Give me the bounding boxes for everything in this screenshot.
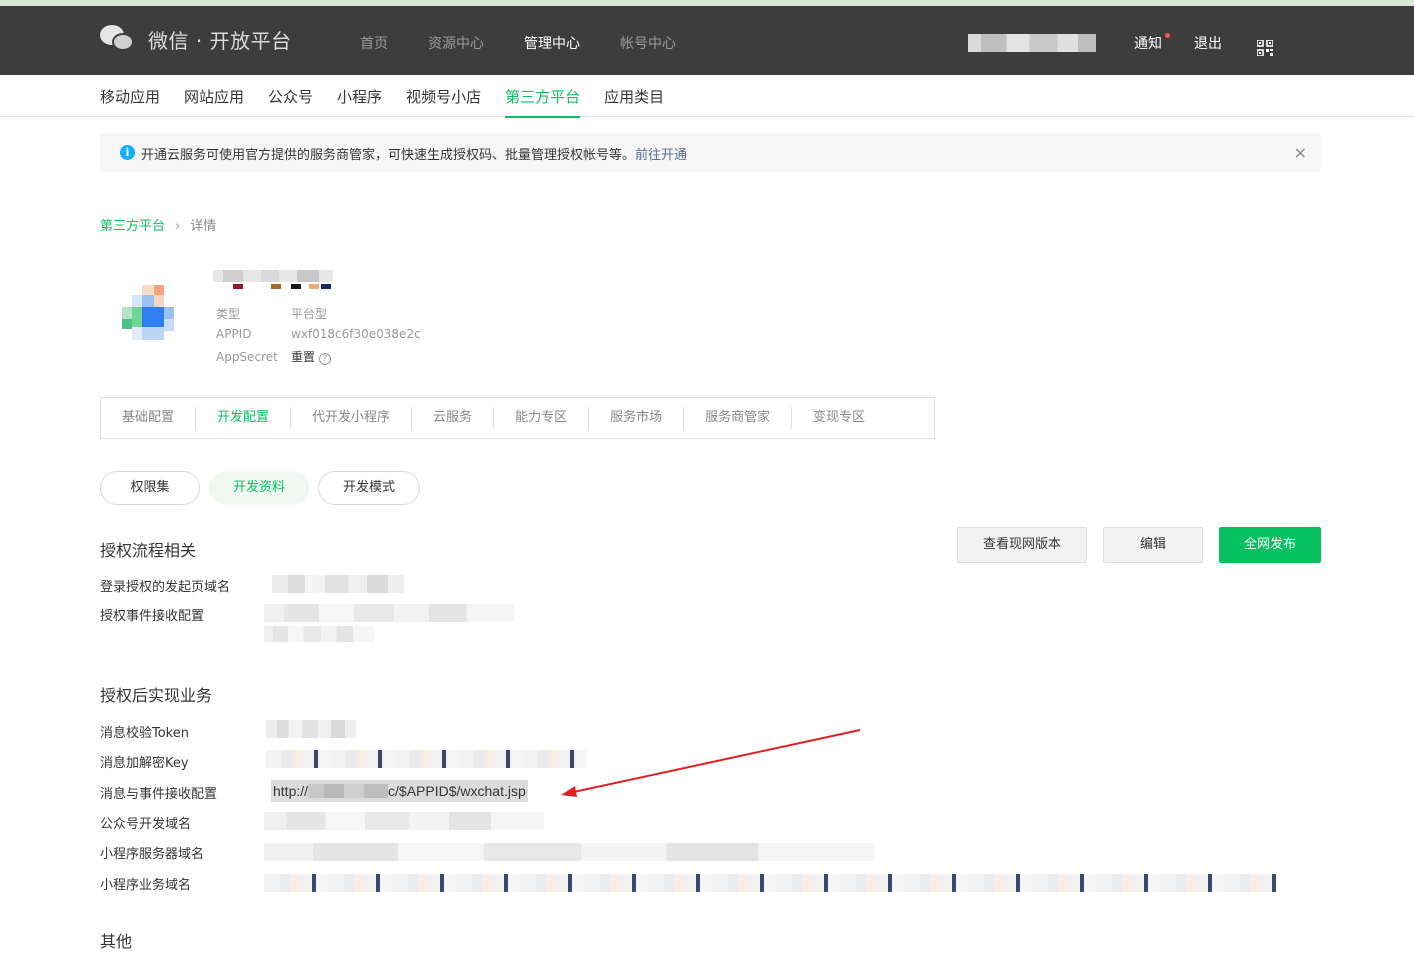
label-message-token: 消息校验Token — [100, 726, 189, 741]
view-version-button[interactable]: 查看现网版本 — [957, 527, 1087, 563]
banner-link[interactable]: 前往开通 — [635, 148, 687, 163]
help-icon[interactable]: ? — [319, 353, 332, 365]
app-name-blurred — [213, 270, 333, 289]
appsecret-label: AppSecret — [216, 350, 278, 364]
label-auth-event-config: 授权事件接收配置 — [100, 609, 205, 624]
notice-label: 通知 — [1134, 36, 1162, 52]
section-other-title: 其他 — [100, 932, 133, 951]
top-header: 微信 · 开放平台 首页 资源中心 管理中心 帐号中心 通知 退出 — [0, 6, 1414, 75]
url-mask-blurred — [308, 784, 389, 798]
subnav-website-app[interactable]: 网站应用 — [184, 86, 244, 118]
subnav-app-category[interactable]: 应用类目 — [604, 86, 664, 118]
tab-monetization[interactable]: 变现专区 — [792, 407, 886, 429]
info-icon: i — [120, 145, 135, 160]
tab-service-market[interactable]: 服务市场 — [589, 407, 685, 429]
nav-management[interactable]: 管理中心 — [524, 33, 580, 53]
subnav-channels-shop[interactable]: 视频号小店 — [406, 86, 481, 118]
tab-dev-config[interactable]: 开发配置 — [196, 407, 292, 429]
breadcrumb-root[interactable]: 第三方平台 — [100, 219, 165, 234]
breadcrumb: 第三方平台 › 详情 — [100, 215, 216, 234]
section-post-auth-title: 授权后实现业务 — [100, 686, 213, 705]
label-oa-dev-domain: 公众号开发域名 — [100, 817, 192, 832]
appid-value: wxf018c6f30e038e2c — [291, 327, 421, 341]
pill-dev-mode[interactable]: 开发模式 — [318, 471, 420, 505]
wechat-icon — [100, 24, 136, 54]
label-login-auth-domain: 登录授权的发起页域名 — [100, 580, 231, 595]
app-type-row: 类型 平台型 — [216, 305, 327, 322]
value-mp-business-domain-blurred — [264, 874, 1276, 892]
config-tabs: 基础配置 开发配置 代开发小程序 云服务 能力专区 服务市场 服务商管家 变现专… — [100, 397, 935, 439]
label-message-key: 消息加解密Key — [100, 756, 189, 771]
value-mp-server-domain-blurred — [264, 843, 874, 861]
notice-dot — [1165, 33, 1170, 38]
banner-text: 开通云服务可使用官方提供的服务商管家，可快速生成授权码、批量管理授权帐号等。 — [141, 148, 636, 163]
user-name-blurred[interactable] — [968, 34, 1096, 52]
header-actions: 通知 退出 — [1134, 33, 1222, 53]
value-message-token-blurred — [266, 720, 356, 738]
category-nav: 移动应用 网站应用 公众号 小程序 视频号小店 第三方平台 应用类目 — [0, 75, 1414, 118]
appsecret-row: AppSecret 重置? — [216, 348, 332, 365]
value-login-auth-domain-blurred — [272, 575, 404, 593]
notice-link[interactable]: 通知 — [1134, 33, 1170, 53]
breadcrumb-current: 详情 — [190, 219, 217, 234]
tab-capabilities[interactable]: 能力专区 — [494, 407, 590, 429]
logout-link[interactable]: 退出 — [1194, 33, 1222, 53]
top-nav: 首页 资源中心 管理中心 帐号中心 — [360, 33, 716, 53]
app-type-label: 类型 — [216, 307, 241, 321]
appsecret-reset-link[interactable]: 重置 — [291, 350, 315, 364]
appid-label: APPID — [216, 327, 252, 341]
info-banner: i 开通云服务可使用官方提供的服务商管家，可快速生成授权码、批量管理授权帐号等。… — [100, 133, 1321, 172]
value-message-key-blurred — [266, 750, 586, 768]
tab-service-manager[interactable]: 服务商管家 — [684, 407, 793, 429]
message-event-url[interactable]: http:// c/$APPID$/wxchat.jsp — [271, 780, 528, 802]
publish-button[interactable]: 全网发布 — [1219, 527, 1321, 563]
app-logo-blurred — [122, 285, 174, 340]
subnav-mini-program[interactable]: 小程序 — [337, 86, 382, 118]
annotation-arrow — [561, 729, 861, 797]
tab-basic-config[interactable]: 基础配置 — [101, 407, 197, 429]
tab-mini-program-dev[interactable]: 代开发小程序 — [291, 407, 413, 429]
section-auth-flow-title: 授权流程相关 — [100, 541, 197, 560]
edit-button[interactable]: 编辑 — [1103, 527, 1203, 563]
url-suffix: c/$APPID$/wxchat.jsp — [388, 783, 526, 799]
app-type-value: 平台型 — [291, 307, 328, 321]
value-auth-event-config-blurred — [264, 604, 514, 622]
appid-row: APPID wxf018c6f30e038e2c — [216, 327, 421, 341]
value-auth-event-config-blurred-2 — [264, 626, 374, 642]
qrcode-icon[interactable] — [1257, 40, 1273, 56]
subnav-mobile-app[interactable]: 移动应用 — [100, 86, 160, 118]
logo-text: 微信 · 开放平台 — [148, 28, 292, 53]
nav-home[interactable]: 首页 — [360, 33, 388, 53]
label-mp-server-domain: 小程序服务器域名 — [100, 847, 205, 862]
pill-dev-info[interactable]: 开发资料 — [209, 471, 309, 505]
label-mp-business-domain: 小程序业务域名 — [100, 878, 192, 893]
breadcrumb-separator: › — [175, 219, 181, 234]
subnav-third-party[interactable]: 第三方平台 — [505, 86, 581, 118]
url-prefix: http:// — [273, 783, 309, 799]
close-icon[interactable]: × — [1294, 143, 1307, 162]
value-oa-dev-domain-blurred — [264, 812, 544, 830]
pill-permissions[interactable]: 权限集 — [100, 471, 200, 505]
nav-account[interactable]: 帐号中心 — [620, 33, 676, 53]
nav-resources[interactable]: 资源中心 — [428, 33, 484, 53]
tab-cloud-service[interactable]: 云服务 — [412, 407, 495, 429]
subnav-official-account[interactable]: 公众号 — [268, 86, 313, 118]
wechat-logo[interactable]: 微信 · 开放平台 — [100, 24, 292, 54]
label-message-event-config: 消息与事件接收配置 — [100, 787, 218, 802]
